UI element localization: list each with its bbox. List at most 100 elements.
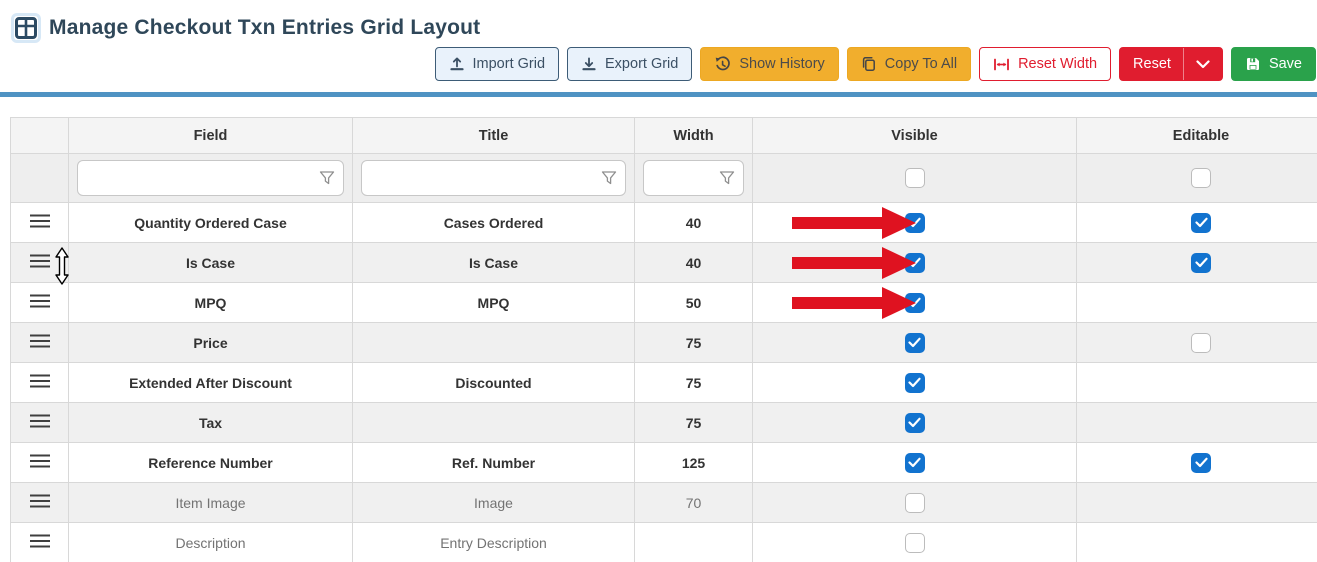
check-icon	[1195, 257, 1208, 268]
reset-width-button[interactable]: Reset Width	[979, 47, 1111, 81]
table-row: Description Entry Description	[11, 523, 1317, 562]
visible-cell	[753, 363, 1077, 403]
editable-checkbox[interactable]	[1191, 333, 1211, 353]
field-cell: Tax	[69, 403, 353, 443]
header-divider	[0, 92, 1317, 97]
field-cell: Price	[69, 323, 353, 363]
visible-checkbox[interactable]	[905, 493, 925, 513]
visible-cell	[753, 283, 1077, 323]
visible-checkbox[interactable]	[905, 453, 925, 473]
row-drag-handle[interactable]	[11, 323, 69, 363]
editable-cell	[1077, 363, 1317, 403]
history-icon	[714, 56, 731, 73]
visible-checkbox[interactable]	[905, 333, 925, 353]
highlight-arrow	[792, 246, 916, 280]
editable-cell	[1077, 243, 1317, 283]
title-filter-input[interactable]	[362, 161, 625, 195]
visible-checkbox[interactable]	[905, 293, 925, 313]
row-drag-handle[interactable]	[11, 363, 69, 403]
table-row: MPQ MPQ 50	[11, 283, 1317, 323]
reset-button[interactable]: Reset	[1119, 47, 1223, 81]
drag-handle-icon	[30, 254, 50, 268]
editable-cell	[1077, 403, 1317, 443]
title-filter	[361, 160, 626, 196]
visible-filter-checkbox[interactable]	[905, 168, 925, 188]
title-cell: Discounted	[353, 363, 635, 403]
resize-width-icon	[993, 57, 1010, 72]
check-icon	[1195, 457, 1208, 468]
drag-handle-icon	[30, 214, 50, 228]
visible-cell	[753, 523, 1077, 562]
drag-handle-icon	[30, 374, 50, 388]
visible-cell	[753, 323, 1077, 363]
grid-table-icon	[14, 16, 38, 40]
width-cell: 40	[635, 203, 753, 243]
import-grid-button[interactable]: Import Grid	[435, 47, 560, 81]
page-header: Manage Checkout Txn Entries Grid Layout	[14, 16, 480, 40]
check-icon	[908, 417, 921, 428]
row-drag-handle[interactable]	[11, 243, 69, 283]
save-icon	[1245, 56, 1261, 72]
visible-cell	[753, 483, 1077, 523]
visible-checkbox[interactable]	[905, 213, 925, 233]
drag-handle-icon	[30, 334, 50, 348]
row-drag-handle[interactable]	[11, 203, 69, 243]
table-row: Tax 75	[11, 403, 1317, 443]
highlight-arrow	[792, 206, 916, 240]
show-history-button[interactable]: Show History	[700, 47, 838, 81]
field-cell: Extended After Discount	[69, 363, 353, 403]
drag-handle-icon	[30, 454, 50, 468]
manage-grid-layout-page: Manage Checkout Txn Entries Grid Layout …	[0, 0, 1317, 562]
field-filter	[77, 160, 344, 196]
title-cell: MPQ	[353, 283, 635, 323]
table-row: Extended After Discount Discounted 75	[11, 363, 1317, 403]
visible-checkbox[interactable]	[905, 413, 925, 433]
row-drag-handle[interactable]	[11, 403, 69, 443]
editable-cell	[1077, 523, 1317, 562]
save-button[interactable]: Save	[1231, 47, 1316, 81]
row-drag-handle[interactable]	[11, 483, 69, 523]
copy-to-all-button[interactable]: Copy To All	[847, 47, 971, 81]
grid-body: Quantity Ordered Case Cases Ordered 40 I…	[11, 203, 1317, 562]
filter-funnel-icon[interactable]	[719, 171, 735, 186]
field-column-header: Field	[69, 118, 353, 154]
check-icon	[1195, 217, 1208, 228]
title-cell	[353, 323, 635, 363]
editable-checkbox[interactable]	[1191, 213, 1211, 233]
width-cell	[635, 523, 753, 562]
check-icon	[908, 377, 921, 388]
upload-icon	[449, 56, 465, 72]
editable-checkbox[interactable]	[1191, 453, 1211, 473]
field-cell: MPQ	[69, 283, 353, 323]
field-cell: Is Case	[69, 243, 353, 283]
visible-checkbox[interactable]	[905, 253, 925, 273]
table-row: Reference Number Ref. Number 125	[11, 443, 1317, 483]
reset-dropdown-toggle[interactable]	[1183, 48, 1222, 80]
toolbar: Import Grid Export Grid Show History Cop…	[435, 47, 1317, 81]
editable-filter-checkbox[interactable]	[1191, 168, 1211, 188]
visible-cell	[753, 403, 1077, 443]
field-filter-input[interactable]	[78, 161, 343, 195]
visible-column-header: Visible	[753, 118, 1077, 154]
filter-funnel-icon[interactable]	[601, 171, 617, 186]
editable-checkbox[interactable]	[1191, 253, 1211, 273]
title-cell: Is Case	[353, 243, 635, 283]
width-cell: 75	[635, 323, 753, 363]
width-filter	[643, 160, 744, 196]
filter-funnel-icon[interactable]	[319, 171, 335, 186]
title-cell	[353, 403, 635, 443]
width-cell: 75	[635, 403, 753, 443]
export-grid-button[interactable]: Export Grid	[567, 47, 692, 81]
row-drag-handle[interactable]	[11, 523, 69, 562]
editable-cell	[1077, 203, 1317, 243]
visible-cell	[753, 243, 1077, 283]
chevron-down-icon	[1196, 60, 1210, 69]
visible-checkbox[interactable]	[905, 533, 925, 553]
table-row: Price 75	[11, 323, 1317, 363]
row-drag-handle[interactable]	[11, 283, 69, 323]
row-drag-handle[interactable]	[11, 443, 69, 483]
width-cell: 40	[635, 243, 753, 283]
visible-checkbox[interactable]	[905, 373, 925, 393]
check-icon	[908, 297, 921, 308]
check-icon	[908, 257, 921, 268]
